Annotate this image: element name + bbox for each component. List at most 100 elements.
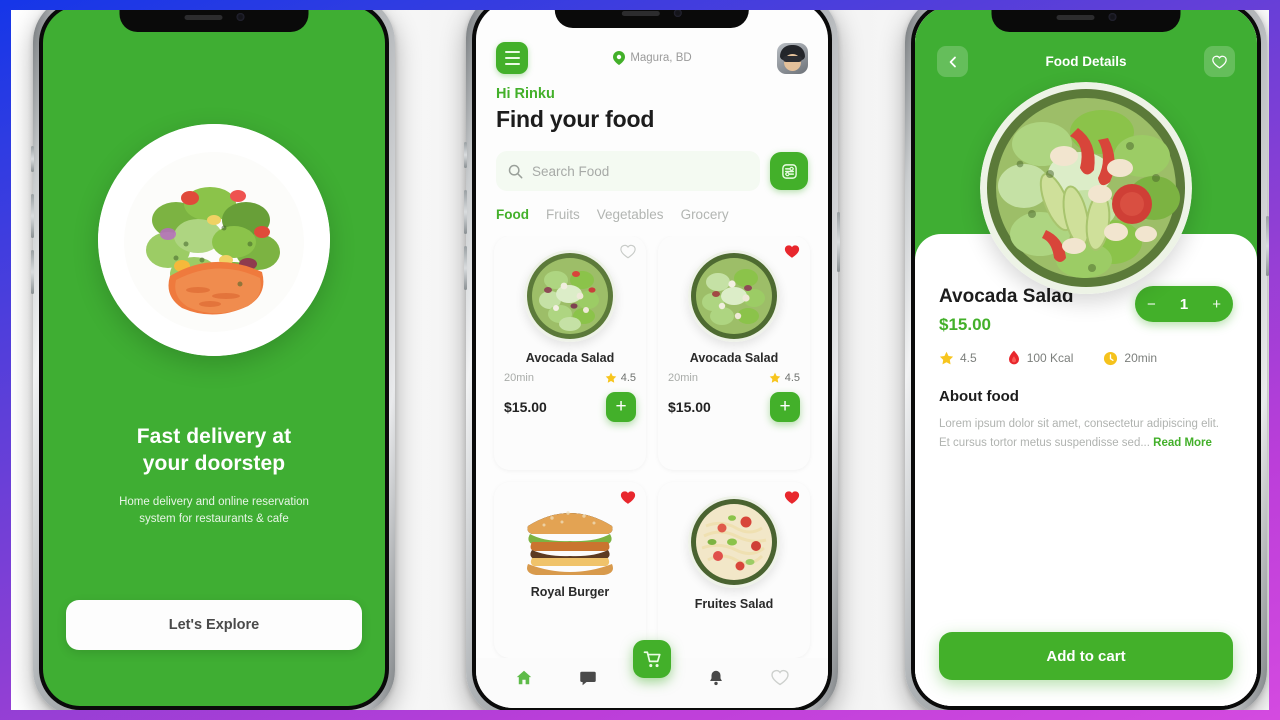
heart-filled-icon[interactable] — [784, 244, 800, 259]
search-icon — [508, 164, 523, 178]
onboarding-body: Fast delivery at your doorstep Home deli… — [43, 10, 385, 706]
tab-notifications[interactable] — [707, 669, 725, 692]
food-name: Avocada Salad — [939, 286, 1074, 307]
search-input[interactable]: Search Food — [496, 151, 760, 191]
food-price: $15.00 — [939, 315, 991, 334]
salad-plate-image — [98, 124, 330, 356]
detail-hero: Food Details — [915, 10, 1257, 294]
lets-explore-button[interactable]: Let's Explore — [66, 600, 362, 650]
about-heading: About food — [939, 388, 1019, 405]
tab-messages[interactable] — [579, 669, 597, 692]
decorative-gradient-border: Fast delivery at your doorstep Home deli… — [0, 0, 1280, 720]
product-footer: $15.00 + — [504, 392, 636, 422]
phone-button-power — [1266, 216, 1269, 276]
product-card[interactable]: Fruites Salad — [658, 481, 810, 658]
search-placeholder: Search Food — [532, 163, 610, 179]
decrement-button[interactable]: − — [1147, 297, 1156, 312]
read-more-link[interactable]: Read More — [1153, 437, 1212, 449]
phone-notch — [119, 10, 309, 32]
home-icon — [516, 670, 532, 684]
phone-button-mute — [31, 146, 34, 172]
product-time: 20min — [504, 372, 534, 384]
menu-bar-2 — [504, 56, 520, 60]
quantity-stepper[interactable]: − 1 + — [1135, 286, 1233, 322]
chevron-left-icon — [949, 56, 956, 67]
category-tab-fruits[interactable]: Fruits — [546, 207, 580, 222]
product-time: 20min — [668, 372, 698, 384]
page-title: Food Details — [1045, 54, 1127, 69]
greeting-text: Hi Rinku — [496, 86, 555, 102]
onboarding-subtitle-line-1: Home delivery and online reservation — [119, 495, 309, 508]
add-to-cart-button[interactable]: + — [770, 392, 800, 422]
notch-speaker — [621, 10, 660, 16]
favorite-button[interactable] — [1203, 46, 1235, 77]
royal-burger-illustration — [527, 510, 613, 575]
stat-calories-value: 100 Kcal — [1026, 351, 1074, 365]
home-topbar: Magura, BD — [496, 42, 808, 74]
heart-outline-icon — [1212, 55, 1227, 69]
chat-icon — [580, 671, 596, 685]
location-selector[interactable]: Magura, BD — [613, 51, 692, 65]
location-label: Magura, BD — [630, 52, 692, 64]
avocado-salad-bowl — [688, 250, 780, 342]
avocado-salad-bowl — [980, 82, 1192, 294]
phone-onboarding: Fast delivery at your doorstep Home deli… — [31, 10, 395, 710]
tab-home[interactable] — [515, 669, 533, 692]
home-screen: Magura, BD Hi Rinku Find your food Searc… — [476, 10, 828, 708]
detail-sheet: Avocada Salad $15.00 − 1 + 4.5 100 Kcal … — [915, 234, 1257, 706]
add-to-cart-button[interactable]: Add to cart — [939, 632, 1233, 680]
clock-icon — [1104, 351, 1118, 365]
product-name: Royal Burger — [530, 584, 610, 599]
phone-bezel: Food Details Avocada Salad $15.00 − 1 + … — [911, 10, 1261, 710]
product-card[interactable]: Avocada Salad 20min 4.5 $15.00 + — [494, 236, 646, 470]
fruites-salad-illustration — [688, 495, 780, 588]
tab-favorites[interactable] — [771, 669, 789, 691]
category-tab-vegetables[interactable]: Vegetables — [597, 207, 664, 222]
category-tab-food[interactable]: Food — [496, 207, 529, 222]
add-to-cart-button[interactable]: + — [606, 392, 636, 422]
star-icon — [605, 372, 616, 383]
detail-stats: 4.5 100 Kcal 20min — [939, 350, 1233, 366]
avocado-salad-illustration — [524, 250, 616, 342]
onboarding-title-line-1: Fast delivery at — [136, 425, 292, 448]
hamburger-menu-icon[interactable] — [496, 42, 528, 74]
product-card[interactable]: Royal Burger — [494, 481, 646, 658]
royal-burger — [518, 496, 622, 576]
phone-home: Magura, BD Hi Rinku Find your food Searc… — [464, 10, 840, 710]
phone-button-volume-down — [31, 250, 34, 294]
notch-camera — [1108, 13, 1116, 21]
filter-button[interactable] — [770, 152, 808, 190]
back-button[interactable] — [937, 46, 968, 77]
heart-outline-icon[interactable] — [620, 244, 636, 259]
heart-filled-icon[interactable] — [620, 490, 636, 505]
product-name: Avocada Salad — [525, 351, 615, 365]
onboarding-subtitle: Home delivery and online reservation sys… — [119, 494, 309, 529]
category-tabs: Food Fruits Vegetables Grocery — [496, 207, 808, 222]
filter-sliders-icon — [781, 163, 797, 179]
product-meta: 20min 4.5 — [668, 372, 800, 384]
food-details-body: Food Details Avocada Salad $15.00 − 1 + … — [915, 10, 1257, 706]
product-card[interactable]: Avocada Salad 20min 4.5 $15.00 + — [658, 236, 810, 470]
phone-button-volume-up — [464, 190, 467, 234]
bell-icon — [710, 670, 722, 685]
avocado-salad-bowl — [524, 250, 616, 342]
increment-button[interactable]: + — [1212, 297, 1221, 312]
heart-filled-icon[interactable] — [784, 490, 800, 505]
notch-camera — [673, 10, 682, 17]
product-rating-value: 4.5 — [620, 372, 636, 384]
stat-rating: 4.5 — [939, 351, 977, 366]
onboarding-title: Fast delivery at your doorstep — [137, 424, 292, 478]
notch-speaker — [1056, 14, 1094, 20]
detail-topbar: Food Details — [915, 46, 1257, 77]
user-avatar[interactable] — [776, 42, 808, 74]
stat-calories: 100 Kcal — [1007, 350, 1074, 366]
page-title: Find your food — [496, 106, 655, 132]
fruites-salad-bowl — [688, 495, 780, 588]
flame-calorie-icon — [1008, 350, 1019, 365]
product-rating-value: 4.5 — [784, 372, 800, 384]
cart-fab-button[interactable] — [633, 640, 671, 678]
quantity-value: 1 — [1179, 295, 1189, 313]
category-tab-grocery[interactable]: Grocery — [681, 207, 729, 222]
product-price: $15.00 — [504, 399, 547, 415]
product-meta: 20min 4.5 — [504, 372, 636, 384]
